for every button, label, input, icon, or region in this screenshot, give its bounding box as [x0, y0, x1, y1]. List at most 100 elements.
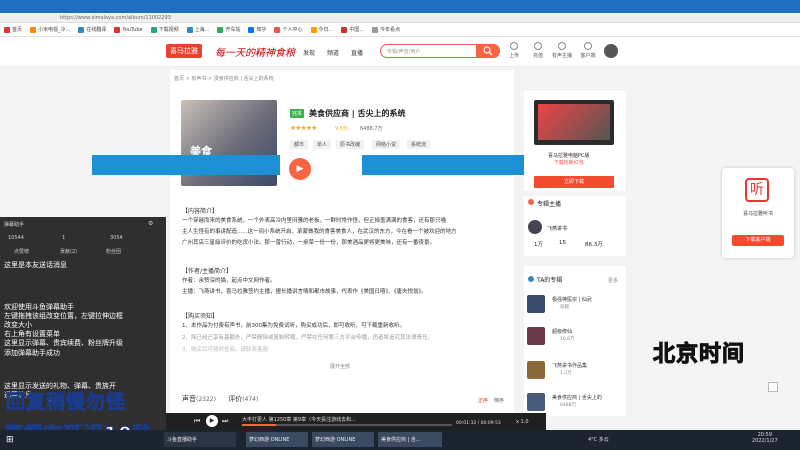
intro-line: 一个穿越而来的美食系统，一个外表高冷内里闷骚的老板，一群时常作怪，但正掉盖满满的… — [182, 218, 447, 224]
progress-fill — [242, 424, 276, 426]
bookmark-item[interactable]: YouTube — [114, 26, 143, 33]
youtube-icon — [114, 26, 121, 33]
bookmark-icon — [30, 26, 37, 33]
bookmark-item[interactable]: 下载视频 — [150, 26, 179, 33]
album-thumb[interactable] — [527, 295, 545, 313]
taskbar-item[interactable]: 美食供应商 | 舌... — [378, 432, 442, 447]
chat-line: 添加弹幕助手成功 — [4, 349, 60, 357]
chat-tab[interactable]: 贡献(2) — [60, 248, 77, 255]
site-slogan: 每一天的精神食粮 — [215, 48, 295, 59]
bookmark-item[interactable]: 首页 — [4, 26, 22, 33]
floater-download-button[interactable]: 下载客户端 — [732, 235, 784, 246]
search-icon — [483, 46, 493, 56]
avatar[interactable] — [604, 44, 618, 58]
prev-icon[interactable]: ⏮ — [194, 417, 200, 426]
floating-ad[interactable]: 听 喜马拉雅听书 下载客户端 — [722, 168, 794, 258]
album-thumb[interactable] — [527, 361, 545, 379]
chat-tab[interactable]: 点赞榜 — [14, 248, 29, 255]
url-text: https://www.ximalaya.com/album/11002293 — [60, 15, 171, 21]
album-item-title[interactable]: 飞燕讲书作品集 — [552, 362, 587, 369]
bookmark-icon — [274, 26, 281, 33]
chat-tab[interactable]: 粉丝团 — [106, 248, 121, 255]
bookmark-item[interactable]: 在线翻译 — [78, 26, 106, 33]
stream-overlay-text: 回复稍慢勿怪 — [5, 391, 127, 414]
wallet-icon — [534, 42, 542, 50]
album-item-title[interactable]: 极强神医宗 | 仙武 — [552, 296, 592, 303]
windows-start-icon[interactable]: ⊞ — [6, 435, 14, 445]
category-tag[interactable]: 网络小说 — [372, 140, 401, 149]
mic-icon — [558, 42, 566, 50]
anchor-avatar[interactable] — [528, 220, 542, 234]
recharge-button[interactable]: 充值 — [526, 42, 550, 59]
album-thumb[interactable] — [527, 393, 545, 411]
album-item-meta: 10.6万 — [560, 337, 575, 342]
nav-channel[interactable]: 频道 — [327, 48, 339, 57]
site-logo[interactable]: 喜马拉雅 — [166, 44, 202, 58]
bookmark-item[interactable]: 上海... — [186, 26, 209, 33]
nav-discover[interactable]: 发现 — [303, 48, 315, 57]
browser-tab-strip[interactable] — [0, 0, 800, 13]
download-button[interactable]: 立即下载 — [534, 176, 614, 188]
ting-logo-icon: 听 — [745, 178, 769, 202]
intro-line: 广州其店三星级评价的吃货小法。那一曾行动，一桌菜一份一份，那美酒品更将更美味，还… — [182, 240, 436, 246]
play-pause-icon[interactable]: ▶ — [206, 415, 218, 427]
tab-reviews[interactable]: 评价(474) — [228, 395, 258, 403]
anchor-stat: 15 — [559, 240, 566, 246]
chat-stat: 1 — [62, 235, 66, 241]
floater-text: 喜马拉雅听书 — [742, 211, 773, 217]
buy-heading: 【购买须知】 — [182, 313, 219, 320]
bookmark-item[interactable]: 知乎 — [248, 26, 266, 33]
weather-text[interactable]: 4°C 多云 — [588, 436, 609, 443]
anchor-name[interactable]: 飞燕讲书 — [547, 225, 567, 232]
taskbar-item[interactable]: 梦幻西游 ONLINE — [246, 432, 308, 447]
bookmark-item[interactable]: 今年看点 — [372, 26, 400, 33]
bookmark-item[interactable]: 开车站 — [217, 26, 240, 33]
play-button[interactable]: ▶ — [289, 158, 311, 180]
taskbar-item[interactable]: 梦幻西游 ONLINE — [312, 432, 374, 447]
albums-more-link[interactable]: 更多 — [608, 277, 618, 284]
taskbar-item[interactable]: 斗鱼直播助手 — [164, 432, 236, 447]
bookmark-icon — [78, 26, 85, 33]
play-count: 6488.7万 — [360, 126, 383, 132]
bookmark-item[interactable]: 个人中心 — [274, 26, 303, 33]
anchor-heading: 专辑主播 — [537, 201, 562, 208]
bookmark-icon — [310, 26, 317, 33]
category-tag[interactable]: 系统流 — [407, 140, 431, 149]
upload-button[interactable]: 上传 — [502, 42, 526, 59]
scroll-top-icon[interactable] — [768, 382, 778, 392]
album-item-title[interactable]: 超级修仙 — [552, 328, 572, 335]
category-tag[interactable]: 原书改编 — [336, 140, 365, 149]
nav-live[interactable]: 直播 — [351, 48, 363, 57]
breadcrumb[interactable]: 首页 > 有声书 > 漫食供应商 | 舌尖上的系统 — [174, 75, 274, 82]
chat-assistant-panel[interactable]: 弹幕助手 ⚙ 10544 1 3054 点赞榜 贡献(2) 粉丝团 这里是本友送… — [0, 217, 166, 450]
category-tag[interactable]: 单人 — [313, 140, 332, 149]
bookmark-icon — [372, 26, 379, 33]
album-item-meta: 6488万 — [560, 403, 576, 408]
rating-stars-icon: ★★★★★ — [290, 124, 317, 132]
sort-asc[interactable]: 正序 — [478, 397, 488, 404]
bookmark-item[interactable]: 中国... — [341, 26, 364, 33]
address-bar[interactable]: https://www.ximalaya.com/album/11002293 — [0, 13, 800, 23]
bookmark-item[interactable]: 小米电视_冷... — [30, 26, 70, 33]
album-item-meta: 穿越 — [560, 305, 569, 310]
tab-sounds[interactable]: 声音(2322) — [182, 395, 216, 403]
category-tag[interactable]: 都市 — [290, 140, 309, 149]
album-item-title[interactable]: 美食供应商 | 舌尖上的 — [552, 394, 602, 401]
client-button[interactable]: 客户端 — [576, 42, 600, 59]
search-button[interactable] — [476, 44, 500, 58]
expand-link[interactable]: 展开全部 — [330, 363, 350, 370]
chat-settings-icon[interactable]: ⚙ — [148, 220, 153, 227]
album-thumb[interactable] — [527, 327, 545, 345]
sort-desc[interactable]: 倒序 — [494, 397, 504, 404]
speed-label[interactable]: x 1.0 — [516, 419, 529, 425]
buy-line: 3、购买后可随时查阅，请联系客服 — [182, 347, 269, 353]
bookmark-icon — [186, 26, 193, 33]
bookmark-item[interactable]: 今日... — [310, 26, 333, 33]
beijing-time-label: 北京时间 — [652, 342, 746, 368]
progress-track[interactable] — [242, 424, 452, 426]
anchor-button[interactable]: 有声主播 — [550, 42, 574, 59]
chat-title: 弹幕助手 — [4, 222, 25, 228]
next-icon[interactable]: ⏭ — [222, 417, 228, 426]
author-line: 作者：余赞深的猫，起点中文网作者。 — [182, 278, 276, 284]
clock[interactable]: 20:59 2022/1/27 — [752, 432, 778, 444]
